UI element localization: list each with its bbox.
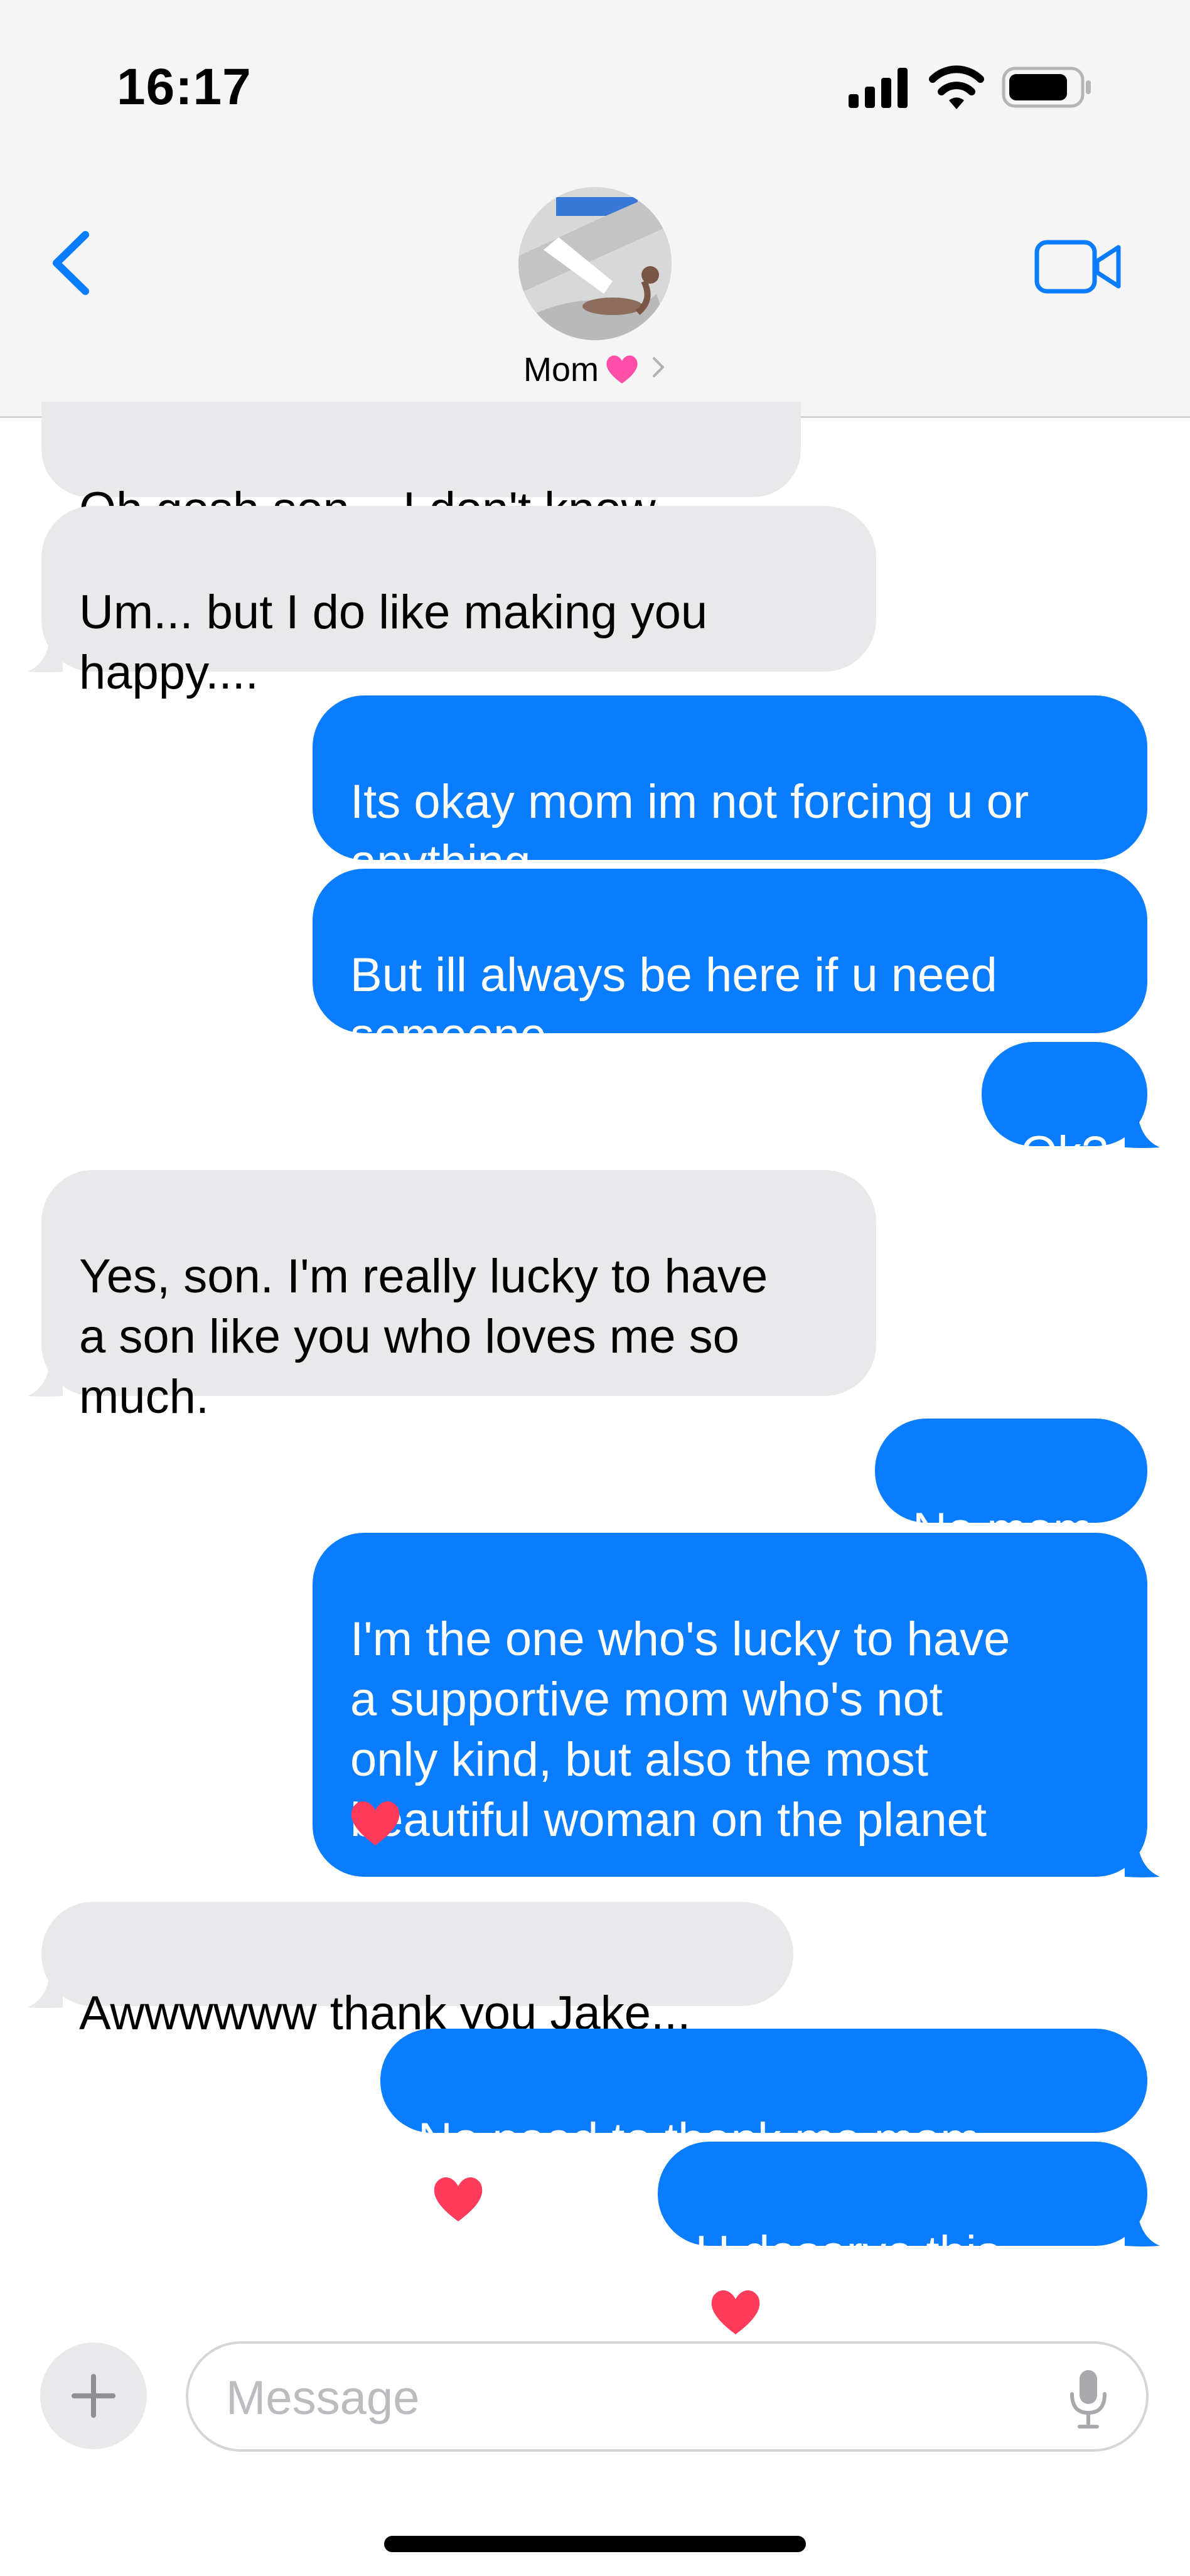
wifi-icon (929, 65, 984, 109)
message-bubble-sent[interactable]: No mom (875, 1419, 1147, 1557)
chevron-right-icon (653, 357, 664, 377)
message-bubble-received[interactable]: Awwwwww thank you Jake... (41, 1902, 793, 2040)
bubble-tail (28, 635, 63, 672)
message-text: Ok? (1021, 1127, 1108, 1180)
red-heart-icon (351, 1801, 400, 1845)
bubble-tail (28, 1971, 63, 2008)
message-bubble-sent[interactable]: U deserve this (658, 2142, 1147, 2334)
cellular-signal-icon (849, 68, 908, 108)
conversation-header: 16:17 Mom (0, 0, 1190, 418)
message-input-field[interactable] (186, 2341, 1149, 2452)
home-indicator[interactable] (384, 2536, 806, 2552)
back-chevron-icon[interactable] (46, 228, 94, 298)
message-bubble-sent[interactable]: Ok? (982, 1042, 1147, 1180)
message-bubble-sent[interactable]: Its okay mom im not forcing u or anythin… (313, 695, 1147, 889)
red-heart-icon (434, 2177, 483, 2221)
microphone-icon[interactable] (1069, 2369, 1107, 2429)
message-bubble-sent[interactable]: I'm the one who's lucky to have a suppor… (313, 1533, 1147, 1877)
plus-icon (72, 2374, 115, 2418)
message-input[interactable] (226, 2366, 1042, 2429)
video-camera-icon[interactable] (1034, 239, 1123, 295)
pink-heart-icon (606, 355, 638, 384)
message-bubble-received[interactable]: Yes, son. I'm really lucky to have a son… (41, 1170, 876, 1424)
contact-name-button[interactable]: Mom (0, 350, 1190, 389)
avatar[interactable] (518, 187, 672, 340)
message-bubble-received[interactable]: Um... but I do like making you happy.... (41, 506, 876, 699)
message-text: But ill always be here if u need someone (350, 948, 997, 1062)
bubble-tail (28, 1360, 63, 1397)
message-bubble-received[interactable]: Oh gosh son... I don't know.... (41, 402, 801, 536)
message-bubble-sent[interactable]: But ill always be here if u need someone (313, 869, 1147, 1062)
status-time: 16:17 (117, 58, 252, 115)
battery-icon (1002, 67, 1091, 108)
add-attachment-button[interactable] (40, 2343, 147, 2449)
red-heart-icon (711, 2290, 760, 2334)
bubble-tail (1125, 1111, 1160, 1148)
avatar-photo (518, 187, 672, 340)
bubble-tail (1125, 2209, 1160, 2246)
message-text: Yes, son. I'm really lucky to have a son… (79, 1250, 768, 1424)
bubble-tail (1125, 1840, 1160, 1877)
message-text: I'm the one who's lucky to have a suppor… (350, 1613, 1010, 1847)
message-text: Um... but I do like making you happy.... (79, 586, 708, 699)
message-bubble-sent[interactable]: No need to thank me mom (380, 2029, 1147, 2221)
contact-name: Mom (523, 351, 599, 389)
message-text: U deserve this (695, 2226, 1000, 2280)
